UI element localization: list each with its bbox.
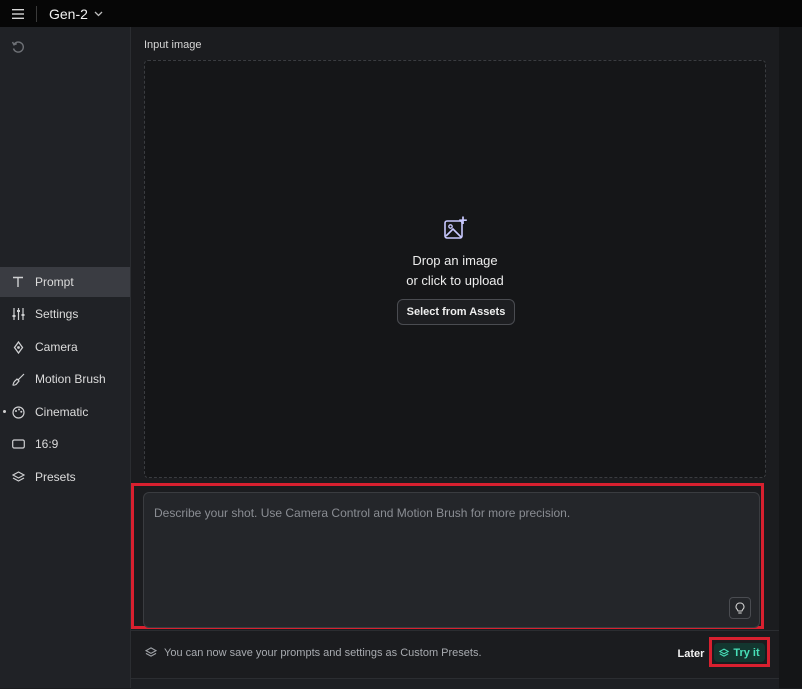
try-it-label: Try it xyxy=(733,646,760,659)
lightbulb-icon[interactable] xyxy=(729,597,751,619)
main-panel: Input image Drop an image or click to up… xyxy=(131,27,779,689)
divider xyxy=(36,5,37,22)
select-from-assets-button[interactable]: Select from Assets xyxy=(397,299,515,325)
sidebar-item-cinematic[interactable]: Cinematic xyxy=(0,397,130,427)
notice-text: You can now save your prompts and settin… xyxy=(164,647,482,659)
layers-icon xyxy=(718,648,730,658)
input-image-label: Input image xyxy=(144,39,202,51)
prompt-placeholder: Describe your shot. Use Camera Control a… xyxy=(154,506,571,520)
sidebar-item-label: Presets xyxy=(35,470,76,484)
undo-icon[interactable] xyxy=(11,40,25,54)
custom-presets-notice: You can now save your prompts and settin… xyxy=(144,647,482,659)
sidebar-item-settings[interactable]: Settings xyxy=(0,299,130,329)
camera-move-icon xyxy=(11,340,25,354)
sidebar-item-label: Settings xyxy=(35,307,79,321)
sliders-icon xyxy=(11,307,25,321)
sidebar-item-motion-brush[interactable]: Motion Brush xyxy=(0,364,130,394)
sidebar-item-label: Cinematic xyxy=(35,405,89,419)
sidebar-item-label: Camera xyxy=(35,340,78,354)
divider xyxy=(131,630,779,631)
image-plus-icon xyxy=(442,215,468,241)
drop-text-line2: or click to upload xyxy=(406,273,504,288)
indicator-dot xyxy=(3,410,6,413)
bottom-toolbar xyxy=(131,678,779,689)
chevron-down-icon xyxy=(94,9,103,20)
top-bar: Gen-2 xyxy=(0,0,802,27)
sidebar-item-label: 16:9 xyxy=(35,437,59,451)
right-edge-panel xyxy=(779,27,802,688)
model-title: Gen-2 xyxy=(49,5,88,22)
layers-icon xyxy=(144,647,158,659)
menu-icon[interactable] xyxy=(0,0,36,27)
try-it-button[interactable]: Try it xyxy=(714,643,765,662)
sidebar-item-label: Prompt xyxy=(35,275,74,289)
sidebar-item-prompt[interactable]: Prompt xyxy=(0,267,130,297)
palette-icon xyxy=(11,405,25,419)
drop-text-line1: Drop an image xyxy=(412,253,498,268)
text-icon xyxy=(11,275,25,289)
sidebar-item-label: Motion Brush xyxy=(35,372,106,386)
model-selector[interactable]: Gen-2 xyxy=(49,6,103,22)
aspect-ratio-icon xyxy=(11,437,25,451)
later-button[interactable]: Later xyxy=(674,644,708,664)
sidebar-item-camera[interactable]: Camera xyxy=(0,332,130,362)
sidebar: Prompt Settings Camera Motion Brush Cine… xyxy=(0,27,131,688)
brush-icon xyxy=(11,372,25,386)
layers-icon xyxy=(11,470,25,484)
prompt-textarea[interactable]: Describe your shot. Use Camera Control a… xyxy=(143,492,760,628)
image-drop-zone[interactable]: Drop an image or click to upload Select … xyxy=(144,60,766,478)
sidebar-item-presets[interactable]: Presets xyxy=(0,462,130,492)
sidebar-item-aspect-ratio[interactable]: 16:9 xyxy=(0,429,130,459)
